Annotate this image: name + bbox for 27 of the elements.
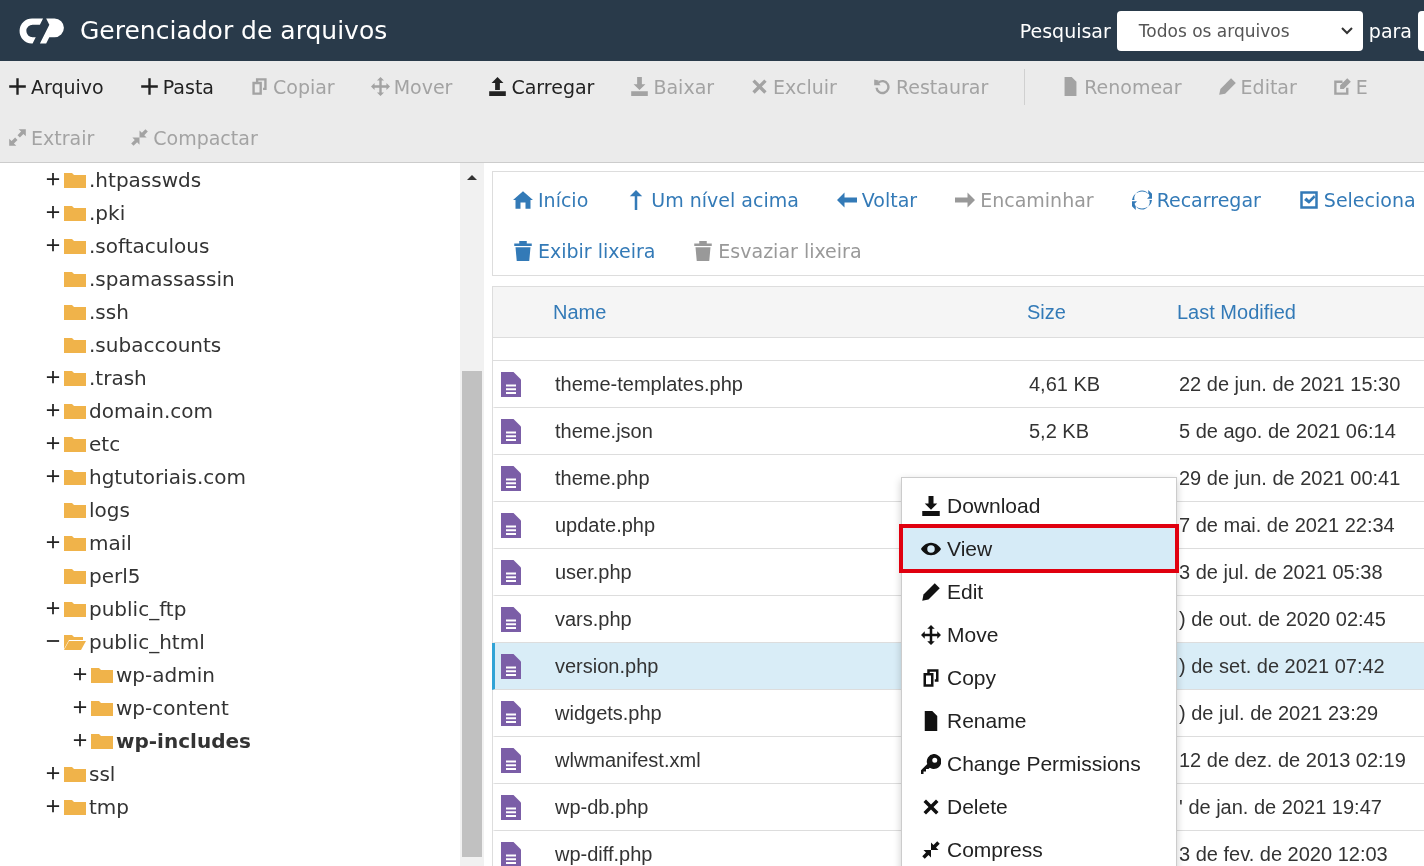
app-title: Gerenciador de arquivos [80, 16, 388, 45]
modified-date: ) de out. de 2020 02:45 [1179, 607, 1386, 630]
search-label: Pesquisar [1019, 19, 1111, 42]
file-name: wp-db.php [555, 795, 649, 818]
modified-date: ' de jan. de 2021 19:47 [1179, 795, 1382, 818]
modified-date: 5 de ago. de 2021 06:14 [1179, 419, 1396, 442]
modified-date: ) de set. de 2021 07:42 [1179, 654, 1385, 677]
modified-date: 3 de fev. de 2020 12:03 [1179, 842, 1388, 865]
modified-date: 29 de jun. de 2021 00:41 [1179, 466, 1401, 489]
for-label: para [1368, 19, 1412, 42]
modified-date: ) de jul. de 2021 23:29 [1179, 701, 1379, 724]
modified-date: 22 de jun. de 2021 15:30 [1179, 372, 1401, 395]
file-name: wp-diff.php [555, 842, 653, 865]
modified-date: 3 de jul. de 2021 05:38 [1179, 560, 1383, 583]
file-name: wlwmanifest.xml [555, 748, 701, 771]
file-name: user.php [555, 560, 632, 583]
file-name: theme-templates.php [555, 372, 743, 395]
file-name: theme.json [555, 419, 653, 442]
file-name: vars.php [555, 607, 632, 630]
file-name: theme.php [555, 466, 650, 489]
file-size: 5,2 KB [1029, 419, 1090, 442]
modified-date: 7 de mai. de 2021 22:34 [1179, 513, 1395, 536]
file-name: version.php [555, 654, 659, 677]
file-size: 4,61 KB [1029, 372, 1101, 395]
file-name: update.php [555, 513, 656, 536]
file-name: widgets.php [555, 701, 662, 724]
modified-date: 12 de dez. de 2013 02:19 [1179, 748, 1406, 771]
